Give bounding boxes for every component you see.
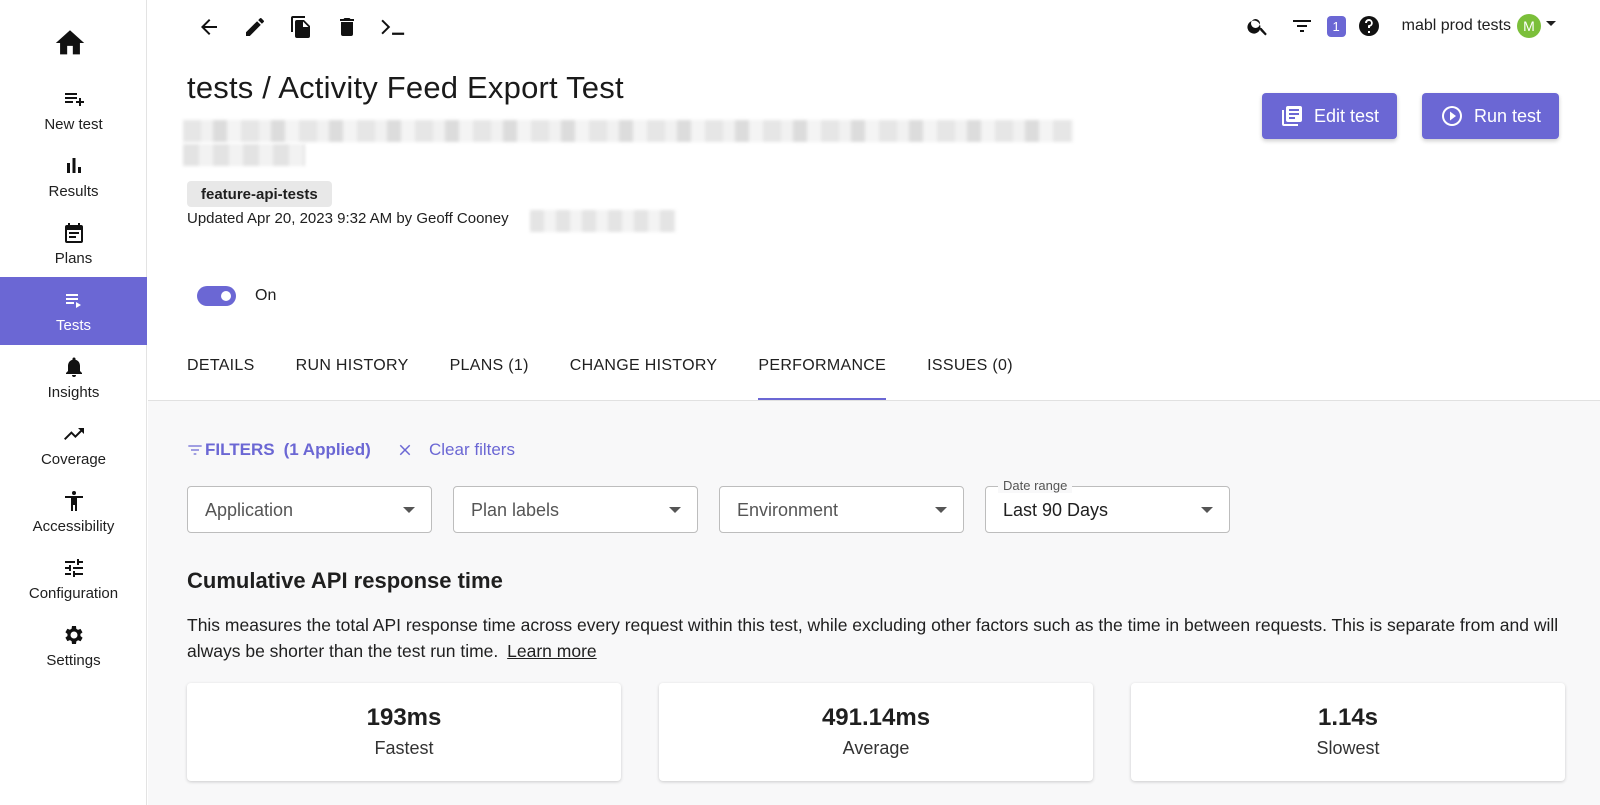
sidebar-item-label: Configuration bbox=[28, 585, 119, 602]
tab-run-history[interactable]: RUN HISTORY bbox=[296, 340, 409, 401]
play-circle-icon bbox=[1442, 106, 1462, 126]
sidebar-item-coverage[interactable]: Coverage bbox=[0, 411, 147, 479]
sidebar-item-label: Coverage bbox=[40, 451, 107, 468]
section-description: This measures the total API response tim… bbox=[187, 612, 1567, 664]
notification-badge[interactable]: 1 bbox=[1326, 15, 1346, 37]
toggle-label: On bbox=[255, 287, 277, 304]
filter-list-icon[interactable] bbox=[1289, 13, 1315, 39]
run-test-button[interactable]: Run test bbox=[1422, 93, 1560, 139]
home-icon[interactable] bbox=[50, 26, 90, 62]
learn-more-link[interactable]: Learn more bbox=[507, 641, 597, 661]
stat-card-slowest: 1.14s Slowest bbox=[1131, 683, 1565, 781]
application-select[interactable]: Application bbox=[187, 486, 432, 533]
accessibility-icon bbox=[64, 491, 83, 511]
tab-change-history[interactable]: CHANGE HISTORY bbox=[570, 340, 718, 401]
filters-label: FILTERS bbox=[205, 440, 275, 459]
select-value: Environment bbox=[737, 500, 839, 520]
sidebar-item-tests[interactable]: Tests bbox=[0, 277, 147, 345]
enabled-toggle[interactable] bbox=[197, 286, 236, 306]
terminal-icon[interactable] bbox=[380, 12, 406, 42]
sidebar-item-label: Settings bbox=[46, 652, 101, 669]
tab-issues[interactable]: ISSUES (0) bbox=[927, 340, 1013, 401]
stat-label: Slowest bbox=[1316, 738, 1380, 758]
select-legend: Date range bbox=[998, 478, 1073, 493]
copy-icon[interactable] bbox=[288, 12, 314, 42]
trash-icon[interactable] bbox=[334, 12, 360, 42]
filters-button[interactable]: FILTERS (1 Applied) bbox=[187, 440, 371, 460]
page-title: tests / Activity Feed Export Test bbox=[187, 70, 624, 105]
tab-plans[interactable]: PLANS (1) bbox=[450, 340, 529, 401]
edit-pencil-icon[interactable] bbox=[242, 12, 268, 42]
redacted-description bbox=[183, 120, 1073, 142]
redacted-email bbox=[530, 210, 676, 232]
tab-performance[interactable]: PERFORMANCE bbox=[758, 340, 887, 401]
stat-value: 1.14s bbox=[1317, 704, 1379, 731]
sidebar-item-label: Plans bbox=[54, 250, 93, 267]
sidebar-item-label: Tests bbox=[55, 317, 91, 334]
label-tag[interactable]: feature-api-tests bbox=[187, 181, 332, 207]
stat-value: 491.14ms bbox=[821, 704, 931, 731]
select-value: Last 90 Days bbox=[1003, 500, 1109, 520]
sidebar-item-label: Accessibility bbox=[32, 518, 115, 535]
section-title: Cumulative API response time bbox=[187, 568, 503, 593]
playlist-add-icon bbox=[64, 93, 84, 106]
select-value: Plan labels bbox=[471, 500, 560, 520]
stat-label: Average bbox=[842, 738, 910, 758]
sidebar-item-plans[interactable]: Plans bbox=[0, 210, 147, 278]
library-books-icon bbox=[1282, 106, 1302, 126]
tune-icon bbox=[64, 559, 83, 577]
sidebar-item-label: Results bbox=[48, 183, 99, 200]
clear-filters-label: Clear filters bbox=[429, 440, 515, 459]
plan-labels-select[interactable]: Plan labels bbox=[453, 486, 698, 533]
playlist-play-icon bbox=[65, 294, 81, 308]
select-value: Application bbox=[205, 500, 294, 520]
redacted-description-line2 bbox=[183, 144, 305, 166]
dropdown-arrow-icon bbox=[1201, 507, 1213, 513]
dropdown-arrow-icon bbox=[935, 507, 947, 513]
run-test-label: Run test bbox=[1474, 105, 1542, 126]
stat-label: Fastest bbox=[374, 738, 434, 758]
calendar-icon bbox=[64, 223, 83, 243]
top-right-bar: 1 mabl prod tests M bbox=[1227, 10, 1556, 42]
close-icon bbox=[399, 444, 411, 456]
account-name: mabl prod tests bbox=[1401, 17, 1511, 34]
test-toolbar bbox=[196, 12, 406, 42]
account-menu[interactable]: mabl prod tests M bbox=[1402, 14, 1556, 38]
stat-card-average: 491.14ms Average bbox=[659, 683, 1093, 781]
gear-icon bbox=[64, 626, 83, 644]
stat-card-fastest: 193ms Fastest bbox=[187, 683, 621, 781]
help-icon[interactable] bbox=[1356, 13, 1382, 39]
avatar: M bbox=[1517, 14, 1541, 38]
trending-up-icon bbox=[63, 428, 84, 440]
sidebar-item-label: New test bbox=[44, 116, 103, 133]
updated-info: Updated Apr 20, 2023 9:32 AM by Geoff Co… bbox=[187, 210, 509, 227]
sidebar-item-configuration[interactable]: Configuration bbox=[0, 545, 147, 613]
description-text: This measures the total API response tim… bbox=[187, 615, 1559, 661]
bar-chart-icon bbox=[66, 158, 81, 173]
sidebar-item-new-test[interactable]: New test bbox=[0, 76, 147, 144]
sidebar-item-label: Insights bbox=[47, 384, 100, 401]
caret-down-icon bbox=[1546, 20, 1556, 26]
date-range-select[interactable]: Date range Last 90 Days bbox=[985, 478, 1230, 533]
bell-icon bbox=[65, 357, 82, 377]
sidebar-item-results[interactable]: Results bbox=[0, 143, 147, 211]
edit-test-label: Edit test bbox=[1314, 105, 1380, 126]
sidebar-item-insights[interactable]: Insights bbox=[0, 344, 147, 412]
tab-bar: DETAILS RUN HISTORY PLANS (1) CHANGE HIS… bbox=[187, 340, 1054, 401]
tab-details[interactable]: DETAILS bbox=[187, 340, 255, 401]
filters-applied-count: (1 Applied) bbox=[283, 440, 371, 459]
stat-value: 193ms bbox=[366, 704, 442, 731]
back-arrow-icon[interactable] bbox=[196, 12, 222, 42]
dropdown-arrow-icon bbox=[669, 507, 681, 513]
sidebar-item-settings[interactable]: Settings bbox=[0, 612, 147, 680]
clear-filters-button[interactable]: Clear filters bbox=[396, 440, 515, 460]
dropdown-arrow-icon bbox=[403, 507, 415, 513]
sidebar: New test Results Plans Tests Insights Co… bbox=[0, 0, 147, 805]
toggle-knob bbox=[221, 291, 231, 301]
sidebar-item-accessibility[interactable]: Accessibility bbox=[0, 478, 147, 546]
search-icon[interactable] bbox=[1245, 13, 1271, 39]
edit-test-button[interactable]: Edit test bbox=[1262, 93, 1398, 139]
filter-icon bbox=[188, 445, 202, 455]
environment-select[interactable]: Environment bbox=[719, 486, 964, 533]
